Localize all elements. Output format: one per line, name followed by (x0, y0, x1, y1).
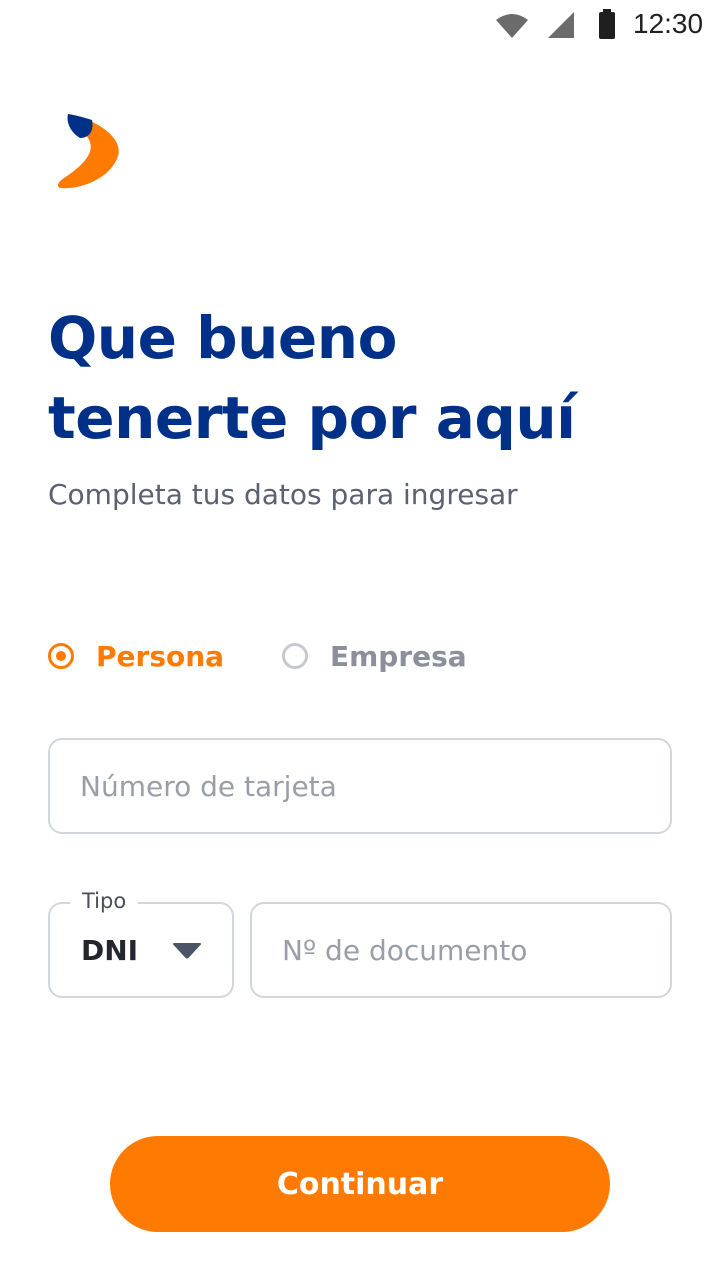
document-number-input[interactable] (252, 904, 670, 996)
page-title-line-1: Que bueno (48, 304, 397, 372)
chevron-down-icon (173, 943, 201, 959)
card-number-field (48, 738, 672, 834)
page-subtitle: Completa tus datos para ingresar (48, 478, 518, 511)
status-bar: 12:30 (0, 0, 720, 48)
status-time: 12:30 (633, 8, 704, 39)
radio-checked-icon (48, 643, 74, 669)
document-type-label: Tipo (70, 886, 139, 916)
page-title-line-2: tenerte por aquí (48, 384, 576, 452)
continue-button[interactable]: Continuar (110, 1136, 610, 1232)
radio-empresa-label: Empresa (330, 639, 467, 673)
brand-logo (57, 114, 119, 189)
radio-persona-label: Persona (96, 639, 225, 673)
radio-unchecked-icon (282, 643, 308, 669)
card-number-input[interactable] (50, 740, 670, 832)
document-type-value: DNI (81, 934, 139, 967)
document-number-field (250, 902, 672, 998)
radio-persona[interactable]: Persona (48, 636, 224, 676)
wifi-icon (496, 14, 528, 38)
battery-icon (599, 9, 615, 39)
document-type-select[interactable]: Tipo DNI (48, 886, 234, 998)
cell-signal-icon (548, 12, 574, 38)
page-title: Que bueno tenerte por aquí (48, 298, 688, 458)
radio-empresa[interactable]: Empresa (282, 636, 467, 676)
